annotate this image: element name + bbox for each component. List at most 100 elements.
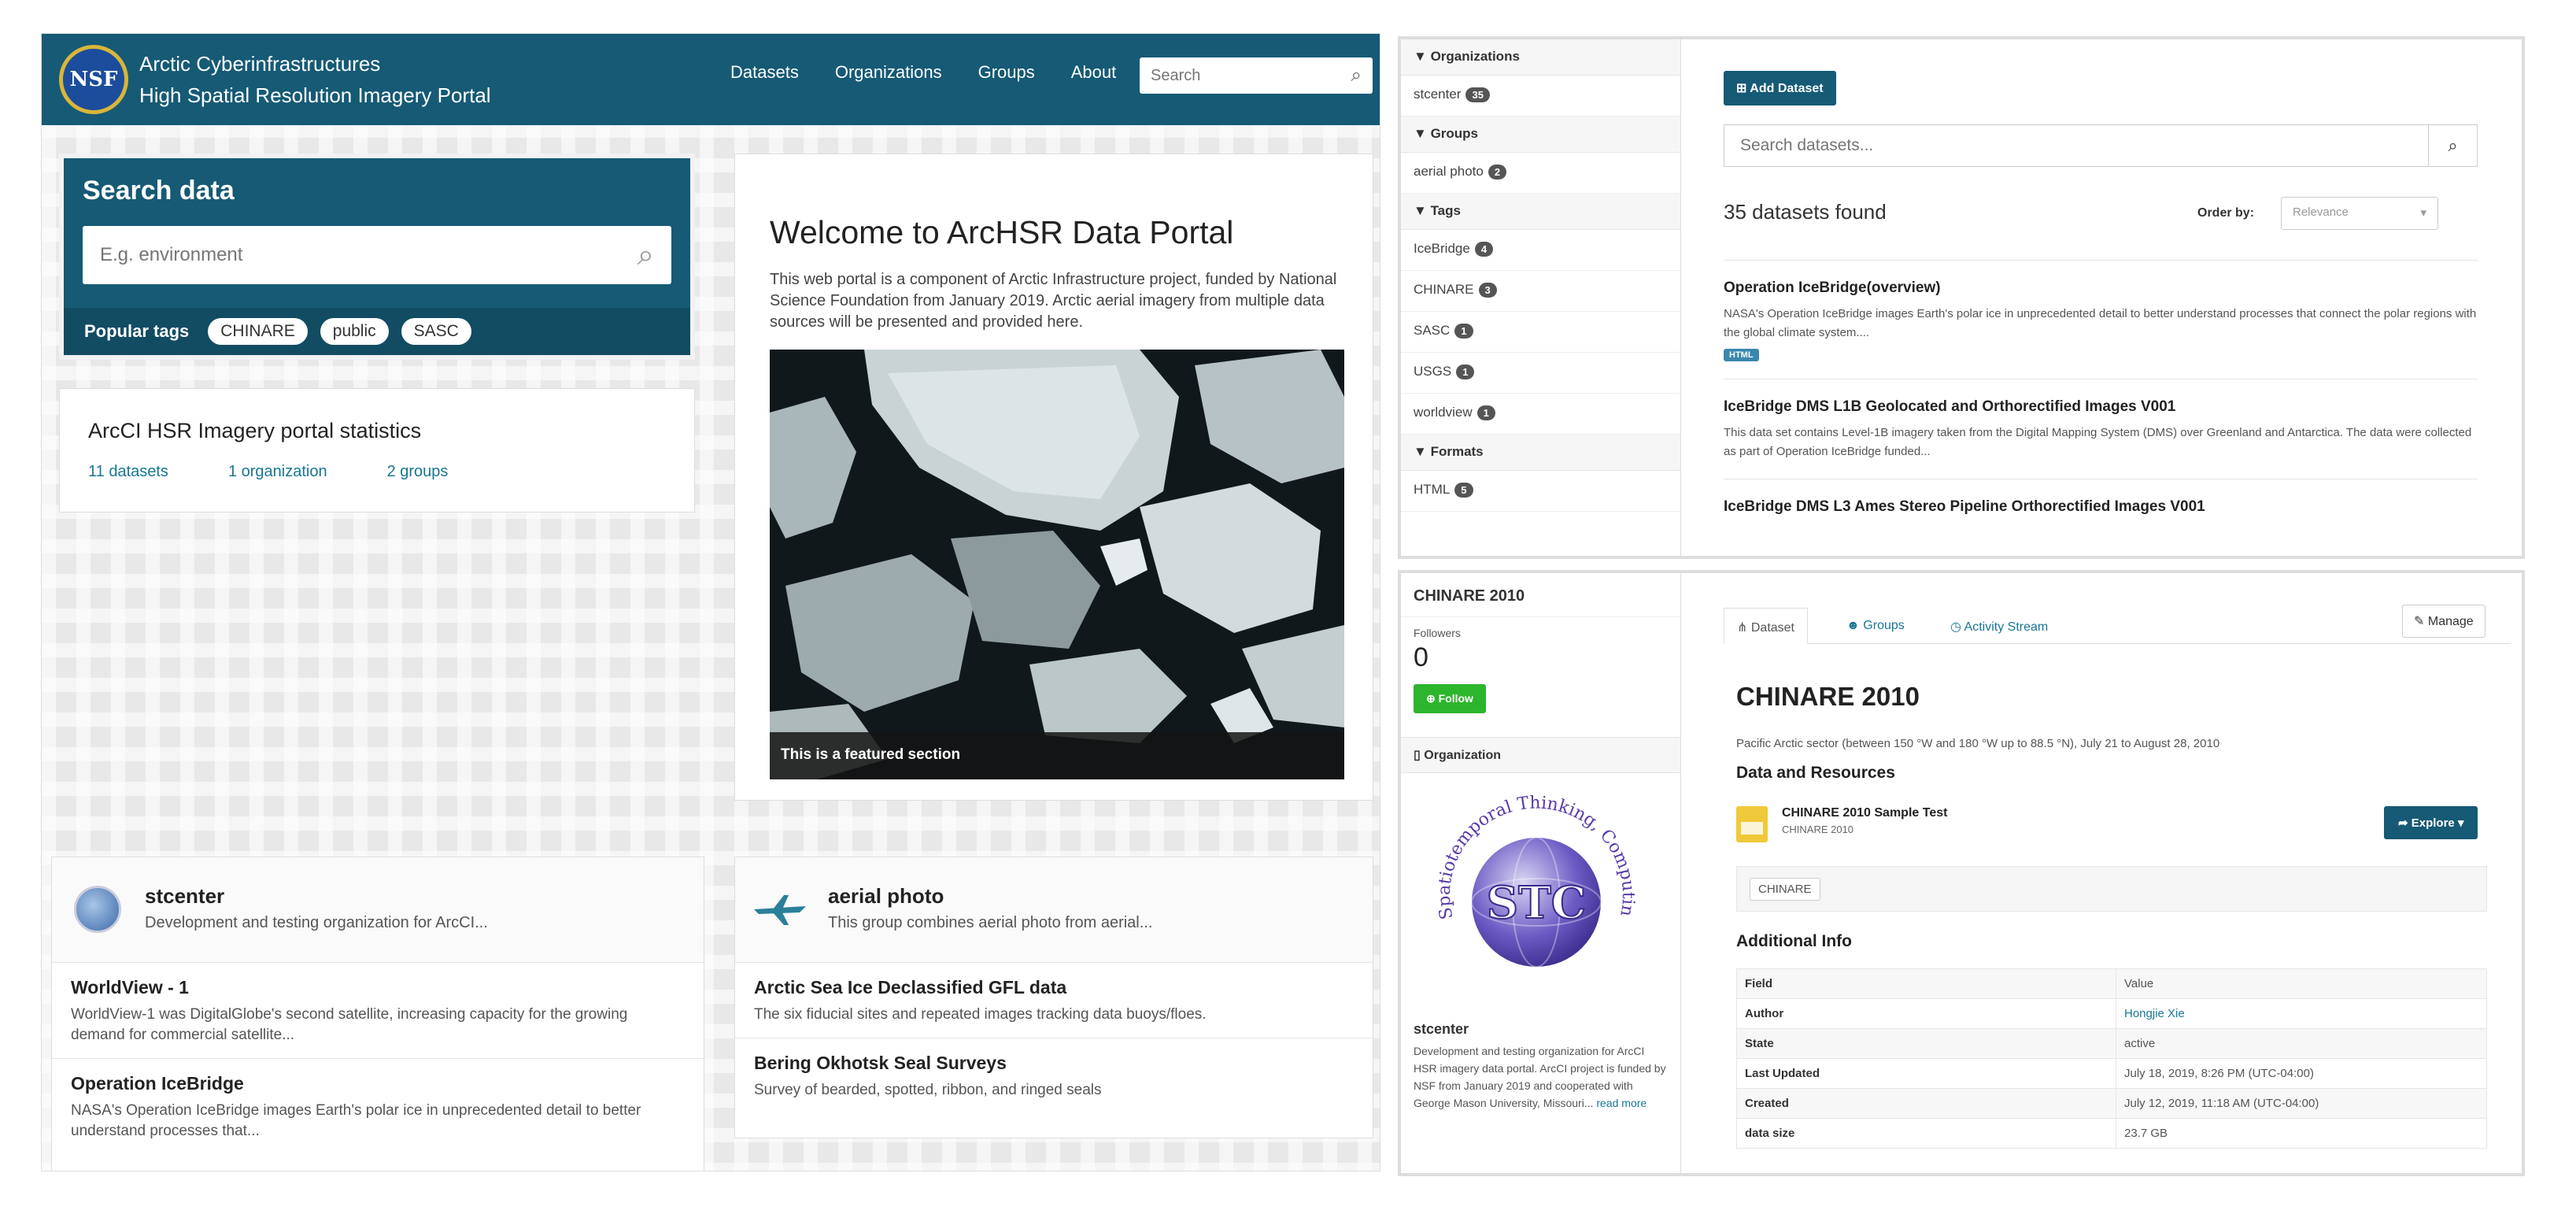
facet-name: HTML: [1414, 482, 1451, 497]
org-avatar: [74, 886, 121, 933]
author-link[interactable]: Hongjie Xie: [2124, 1007, 2185, 1020]
add-dataset-button[interactable]: ⊞ Add Dataset: [1724, 71, 1836, 105]
group-card-header[interactable]: aerial photo This group combines aerial …: [735, 857, 1373, 963]
dataset-item[interactable]: IceBridge DMS L1B Geolocated and Orthore…: [1724, 379, 2478, 479]
users-icon: ☻: [1846, 619, 1860, 632]
item-desc: Survey of bearded, spotted, ribbon, and …: [754, 1082, 1102, 1098]
resource-title[interactable]: CHINARE 2010 Sample Test: [1782, 806, 1947, 820]
facet-item[interactable]: SASC 1: [1401, 312, 1680, 353]
org-dataset-item[interactable]: Operation IceBridge NASA's Operation Ice…: [52, 1059, 704, 1154]
org-card-header[interactable]: stcenter Development and testing organiz…: [52, 857, 704, 963]
chevron-down-icon: ▾: [2457, 816, 2464, 830]
facet-header-formats: ▼ Formats: [1401, 435, 1680, 471]
facet-name: USGS: [1414, 364, 1452, 379]
facet-item[interactable]: CHINARE 3: [1401, 271, 1680, 312]
search-input[interactable]: [100, 244, 572, 266]
filter-icon: ▼: [1414, 49, 1427, 64]
nav-search-input[interactable]: [1151, 66, 1324, 85]
stc-organization-logo[interactable]: Spatiotemporal Thinking, Computing and A…: [1414, 769, 1651, 1014]
site-brand[interactable]: Arctic Cyberinfrastructures High Spatial…: [139, 48, 491, 111]
nav-search-box: ⌕: [1140, 57, 1373, 94]
dataset-title[interactable]: IceBridge DMS L1B Geolocated and Orthore…: [1724, 398, 2478, 416]
tag-sasc[interactable]: SASC: [401, 318, 471, 345]
dataset-title[interactable]: IceBridge DMS L3 Ames Stereo Pipeline Or…: [1724, 498, 2478, 516]
search-icon[interactable]: ⌕: [2428, 125, 2477, 166]
facet-item[interactable]: stcenter 35: [1401, 76, 1680, 117]
organization-card: stcenter Development and testing organiz…: [51, 857, 704, 1171]
tab-activity-stream[interactable]: ◷ Activity Stream: [1938, 608, 2060, 644]
welcome-module: Welcome to ArcHSR Data Portal This web p…: [734, 154, 1373, 801]
facet-item[interactable]: HTML 5: [1401, 471, 1680, 512]
facet-name: CHINARE: [1414, 282, 1474, 297]
facet-count: 2: [1488, 165, 1507, 180]
search-icon[interactable]: ⌕: [638, 239, 654, 272]
nav-datasets[interactable]: Datasets: [730, 62, 799, 83]
facet-item[interactable]: IceBridge 4: [1401, 230, 1680, 271]
tag-chinare[interactable]: CHINARE: [1750, 878, 1820, 901]
stats-links: 11 datasets 1 organization 2 groups: [88, 463, 448, 481]
dataset-list: Operation IceBridge(overview) NASA's Ope…: [1724, 260, 2478, 541]
sea-ice-aerial-image: [770, 350, 1344, 779]
facet-count: 5: [1454, 483, 1473, 498]
nav-about[interactable]: About: [1071, 62, 1117, 83]
search-icon[interactable]: ⌕: [1351, 65, 1362, 87]
results-count: 35 datasets found: [1724, 200, 1887, 224]
dataset-desc: This data set contains Level-1B imagery …: [1724, 426, 2472, 458]
nav-groups[interactable]: Groups: [978, 62, 1035, 83]
item-title: WorldView - 1: [71, 977, 189, 997]
facet-title: Formats: [1430, 444, 1484, 459]
group-dataset-item[interactable]: Bering Okhotsk Seal Surveys Survey of be…: [735, 1038, 1373, 1113]
facet-item[interactable]: USGS 1: [1401, 353, 1680, 394]
facet-count: 35: [1465, 87, 1490, 102]
tab-dataset[interactable]: ⋔ Dataset: [1724, 608, 1808, 644]
file-icon: [1736, 806, 1768, 842]
follow-button[interactable]: ⊕ Follow: [1414, 684, 1486, 713]
group-dataset-item[interactable]: Arctic Sea Ice Declassified GFL data The…: [735, 963, 1373, 1038]
clock-icon: ◷: [1950, 620, 1961, 634]
organization-description: Development and testing organization for…: [1401, 1042, 1680, 1112]
facet-name: worldview: [1414, 405, 1473, 420]
nsf-logo[interactable]: NSF: [59, 45, 128, 114]
search-title: Search data: [83, 176, 235, 205]
facet-count: 1: [1476, 405, 1495, 420]
additional-info-table: Field Value Author Hongjie Xie State active…: [1736, 968, 2487, 1149]
stats-organizations-link[interactable]: 1 organization: [228, 463, 327, 481]
dataset-title: CHINARE 2010: [1736, 682, 1920, 711]
read-more-link[interactable]: read more: [1596, 1097, 1646, 1109]
nav-organizations[interactable]: Organizations: [835, 62, 942, 83]
resource-item: CHINARE 2010 Sample Test CHINARE 2010 ➦ …: [1736, 806, 2484, 846]
dataset-item[interactable]: IceBridge DMS L3 Ames Stereo Pipeline Or…: [1724, 479, 2478, 541]
facet-count: 3: [1478, 283, 1497, 298]
stats-groups-link[interactable]: 2 groups: [387, 463, 449, 481]
explore-button[interactable]: ➦ Explore ▾: [2384, 806, 2478, 839]
stats-datasets-link[interactable]: 11 datasets: [88, 463, 168, 481]
share-icon: ➦: [2398, 816, 2408, 830]
value-cell: active: [2116, 1028, 2487, 1059]
followers-count: 0: [1414, 642, 1428, 672]
search-field: ⌕: [83, 226, 671, 284]
dataset-title[interactable]: Operation IceBridge(overview): [1724, 279, 2478, 297]
item-title: Bering Okhotsk Seal Surveys: [754, 1053, 1007, 1073]
tag-chinare[interactable]: CHINARE: [208, 318, 308, 345]
dataset-sidebar: CHINARE 2010 Followers 0 ⊕ Follow ▯ Orga…: [1401, 573, 1681, 1173]
facet-item[interactable]: worldview 1: [1401, 394, 1680, 435]
composite-screenshot: NSF Arctic Cyberinfrastructures High Spa…: [0, 0, 2576, 1214]
dataset-search-input[interactable]: [1724, 136, 2428, 155]
tab-groups[interactable]: ☻ Groups: [1834, 608, 1917, 644]
tab-label: Groups: [1863, 619, 1905, 632]
facet-item[interactable]: aerial photo 2: [1401, 153, 1680, 194]
field-cell: Last Updated: [1736, 1058, 2116, 1089]
org-dataset-item[interactable]: WorldView - 1 WorldView-1 was DigitalGlo…: [52, 963, 704, 1059]
plus-circle-icon: ⊕: [1426, 692, 1436, 705]
featured-image[interactable]: This is a featured section: [770, 350, 1344, 779]
facet-count: 1: [1454, 324, 1473, 339]
dataset-item[interactable]: Operation IceBridge(overview) NASA's Ope…: [1724, 260, 2478, 379]
tag-public[interactable]: public: [320, 318, 389, 345]
order-by-select[interactable]: Relevance ▾: [2281, 197, 2438, 230]
followers-box: Followers 0 ⊕ Follow: [1401, 617, 1680, 723]
manage-button[interactable]: ✎ Manage: [2402, 605, 2485, 638]
group-card-title: aerial photo: [828, 884, 944, 908]
value-cell: Hongjie Xie: [2116, 998, 2487, 1029]
format-badge[interactable]: HTML: [1724, 349, 1759, 361]
field-cell: data size: [1736, 1118, 2116, 1149]
